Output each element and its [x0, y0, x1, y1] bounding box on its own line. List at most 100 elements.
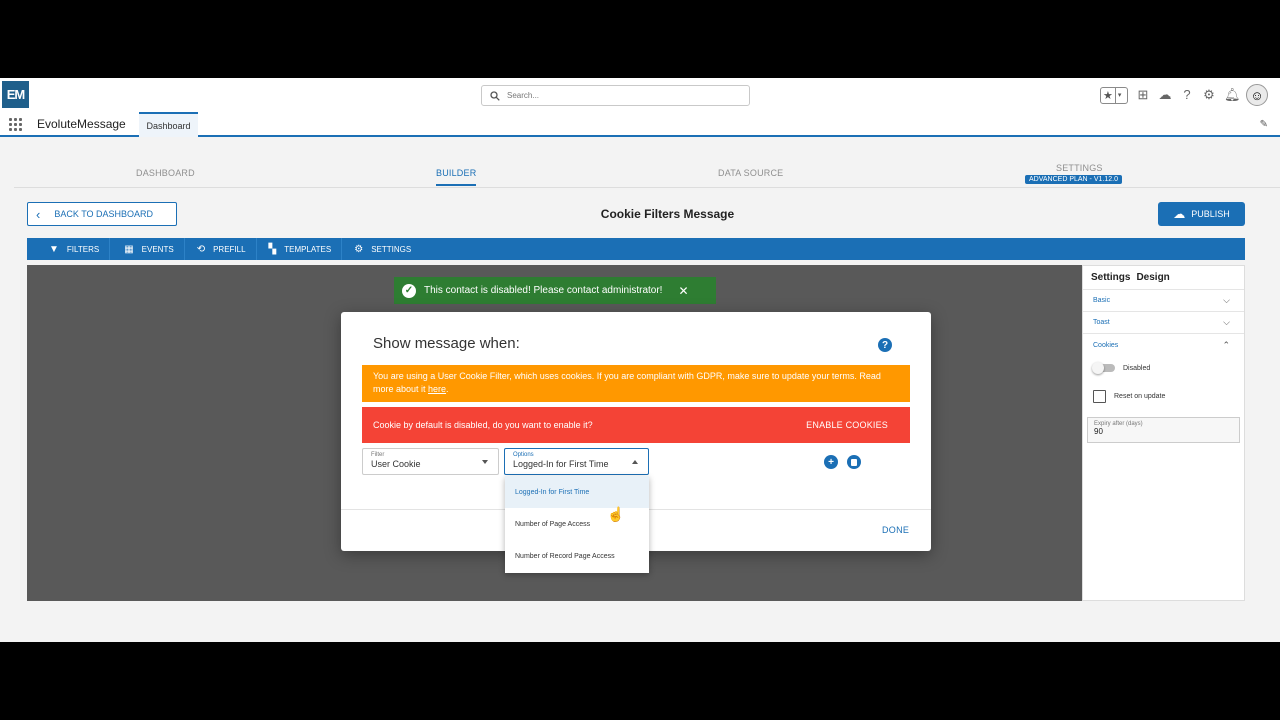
- dropdown-option[interactable]: Number of Page Access: [505, 508, 649, 540]
- search-icon: [490, 90, 500, 101]
- accordion-toast-label: Toast: [1093, 319, 1110, 326]
- prefill-icon: ⟲: [196, 243, 206, 255]
- user-avatar[interactable]: ☺: [1246, 84, 1268, 106]
- close-icon[interactable]: ✕: [678, 284, 688, 298]
- options-select[interactable]: Options Logged-In for First Time: [504, 448, 649, 475]
- expiry-value: 90: [1094, 427, 1103, 436]
- reset-on-update-row: Reset on update: [1083, 380, 1244, 413]
- modal-title: Show message when:: [373, 335, 520, 352]
- reset-on-update-checkbox[interactable]: [1093, 390, 1106, 403]
- chevron-up-icon: [632, 460, 638, 464]
- enable-cookies-button[interactable]: ENABLE COOKIES: [806, 420, 888, 430]
- favorites-star-icon: ★: [1103, 89, 1113, 102]
- plan-badge: ADVANCED PLAN - V1.12.0: [1025, 175, 1122, 184]
- app-name: EvoluteMessage: [37, 117, 126, 131]
- delete-filter-button[interactable]: [847, 455, 861, 469]
- header-icons: ★ ▾ ⊞ ☁ ? ⚙ 🔔︎ ☺: [1100, 84, 1268, 106]
- accordion-basic-label: Basic: [1093, 297, 1111, 304]
- toolbar-prefill[interactable]: ⟲ PREFILL: [185, 238, 257, 260]
- options-label: Options: [513, 452, 534, 458]
- chevron-down-icon: ⌵: [1223, 317, 1230, 327]
- edit-pencil-icon[interactable]: ✎: [1260, 119, 1268, 130]
- settings-label: SETTINGS: [371, 244, 412, 254]
- disabled-label: Disabled: [1123, 364, 1151, 372]
- global-search-input[interactable]: Search...: [481, 85, 750, 106]
- filter-value: User Cookie: [371, 459, 421, 469]
- help-icon[interactable]: ?: [1180, 88, 1194, 102]
- publish-button[interactable]: ☁ PUBLISH: [1158, 202, 1245, 226]
- warning-end: .: [446, 384, 449, 394]
- builder-toolbar: ▼ FILTERS ▦ EVENTS ⟲ PREFILL ▚ TEMPLATES ⚙ SE…: [27, 238, 1245, 260]
- app-launcher-icon[interactable]: [9, 118, 22, 131]
- settings-panel: Settings Design Basic ⌵ Toast ⌵ Cookies ⌃ D…: [1082, 265, 1245, 601]
- disabled-toggle[interactable]: [1092, 362, 1115, 374]
- success-toast: ✓ This contact is disabled! Please conta…: [394, 277, 716, 304]
- accordion-basic[interactable]: Basic ⌵: [1083, 290, 1244, 312]
- chevron-down-icon: ▾: [1117, 92, 1122, 99]
- back-label: BACK TO DASHBOARD: [54, 209, 154, 219]
- disabled-toggle-row: Disabled: [1083, 356, 1244, 380]
- favorites-button[interactable]: ★ ▾: [1100, 86, 1128, 104]
- hand-cursor-icon: ☝: [607, 506, 625, 522]
- settings-gear-icon: ⚙: [354, 243, 364, 255]
- read-more-link[interactable]: here: [428, 384, 446, 394]
- accordion-toast[interactable]: Toast ⌵: [1083, 312, 1244, 334]
- message-title: Cookie Filters Message: [600, 207, 735, 221]
- options-dropdown: Logged-In for First Time Number of Page …: [505, 476, 649, 573]
- filter-label: Filter: [371, 452, 385, 458]
- notifications-bell-icon[interactable]: 🔔︎: [1224, 88, 1241, 102]
- gdpr-warning-banner: You are using a User Cookie Filter, whic…: [362, 365, 910, 402]
- app-navigation-bar: EvoluteMessage Dashboard ✎: [0, 112, 1280, 137]
- filter-icon: ▼: [49, 243, 59, 255]
- add-filter-button[interactable]: +: [824, 455, 838, 469]
- templates-label: TEMPLATES: [284, 244, 332, 254]
- events-icon: ▦: [124, 243, 134, 255]
- toolbar-settings[interactable]: ⚙ SETTINGS: [342, 238, 421, 260]
- warning-text: You are using a User Cookie Filter, whic…: [373, 371, 881, 394]
- cloud-upload-icon: ☁: [1173, 207, 1186, 221]
- reset-on-update-label: Reset on update: [1114, 393, 1166, 400]
- step-settings[interactable]: SETTINGS: [1056, 163, 1103, 173]
- events-label: EVENTS: [141, 244, 174, 254]
- dropdown-option[interactable]: Number of Record Page Access: [505, 540, 649, 572]
- options-value: Logged-In for First Time: [513, 459, 609, 469]
- prefill-label: PREFILL: [213, 244, 246, 254]
- search-placeholder: Search...: [507, 91, 540, 100]
- help-icon[interactable]: ?: [878, 338, 892, 352]
- toast-message: This contact is disabled! Please contact…: [424, 285, 663, 296]
- global-header: EM Search... ★ ▾ ⊞ ☁ ? ⚙ 🔔︎ ☺: [0, 78, 1280, 112]
- step-dashboard[interactable]: DASHBOARD: [136, 168, 195, 178]
- cookie-disabled-banner: Cookie by default is disabled, do you wa…: [362, 407, 910, 443]
- step-builder[interactable]: BUILDER: [436, 168, 477, 186]
- toolbar-filters[interactable]: ▼ FILTERS: [27, 238, 111, 260]
- publish-label: PUBLISH: [1191, 209, 1230, 219]
- accordion-cookies-label: Cookies: [1093, 341, 1119, 349]
- back-to-dashboard-button[interactable]: ‹ BACK TO DASHBOARD: [27, 202, 177, 226]
- done-button[interactable]: DONE: [882, 525, 909, 535]
- filters-label: FILTERS: [66, 244, 100, 254]
- tab-settings[interactable]: Settings: [1091, 272, 1130, 283]
- filter-select[interactable]: Filter User Cookie: [362, 448, 499, 475]
- trash-icon: [851, 458, 857, 466]
- app-screen: EM Search... ★ ▾ ⊞ ☁ ? ⚙ 🔔︎ ☺ EvoluteMess…: [0, 78, 1280, 642]
- expiry-days-field[interactable]: Expiry after (days) 90: [1087, 417, 1240, 443]
- toolbar-events[interactable]: ▦ EVENTS: [110, 238, 185, 260]
- trailhead-icon[interactable]: ☁: [1158, 88, 1172, 102]
- accordion-cookies[interactable]: Cookies ⌃: [1083, 334, 1244, 356]
- chevron-down-icon: ⌵: [1223, 295, 1230, 305]
- error-text: Cookie by default is disabled, do you wa…: [373, 420, 593, 430]
- dropdown-option[interactable]: Logged-In for First Time: [505, 476, 649, 508]
- templates-icon: ▚: [268, 243, 277, 255]
- panel-tabs: Settings Design: [1083, 266, 1244, 290]
- chevron-up-icon: ⌃: [1222, 339, 1230, 350]
- tab-dashboard[interactable]: Dashboard: [139, 112, 198, 137]
- chevron-down-icon: [482, 460, 488, 464]
- app-logo[interactable]: EM: [2, 81, 29, 108]
- check-circle-icon: ✓: [402, 283, 416, 298]
- tab-design[interactable]: Design: [1136, 272, 1169, 283]
- settings-gear-icon[interactable]: ⚙: [1202, 88, 1216, 102]
- add-icon[interactable]: ⊞: [1136, 88, 1150, 102]
- toolbar-templates[interactable]: ▚ TEMPLATES: [257, 238, 343, 260]
- chevron-left-icon: ‹: [36, 206, 41, 222]
- step-data-source[interactable]: DATA SOURCE: [718, 168, 783, 178]
